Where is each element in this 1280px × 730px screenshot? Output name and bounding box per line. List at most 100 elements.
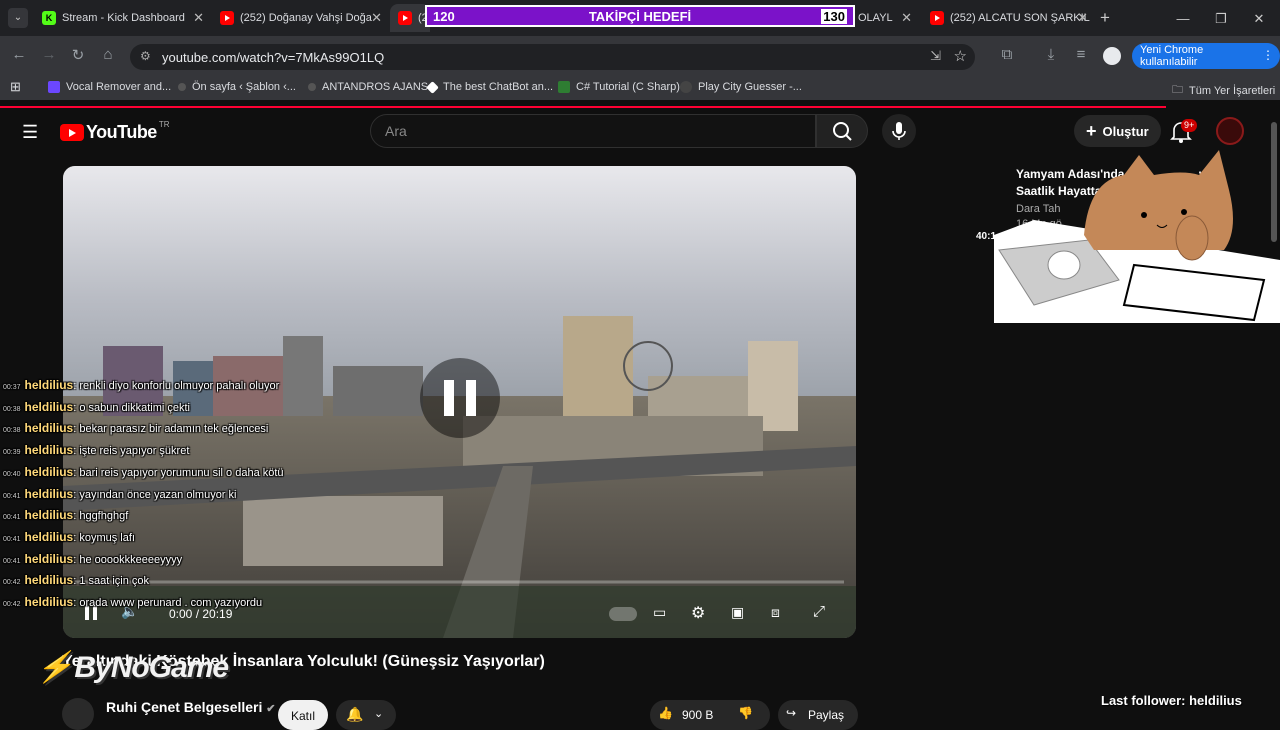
hamburger-icon[interactable]: ☰ bbox=[22, 122, 38, 143]
follower-goal-overlay: 120 TAKİPÇİ HEDEFİ 130 bbox=[425, 5, 855, 27]
minimize-icon[interactable]: — bbox=[1164, 11, 1202, 26]
forward-icon[interactable]: → bbox=[38, 46, 60, 63]
autoplay-toggle[interactable] bbox=[609, 607, 637, 621]
chat-username: heldilius bbox=[24, 529, 74, 544]
chat-time: 00:42 bbox=[3, 579, 21, 587]
bookmark-item[interactable]: C# Tutorial (C Sharp) bbox=[558, 81, 680, 93]
close-icon[interactable]: ✕ bbox=[1077, 10, 1088, 26]
bookmark-item[interactable]: The best ChatBot an... bbox=[426, 80, 553, 94]
create-label: Oluştur bbox=[1102, 123, 1149, 139]
chat-username: heldilius bbox=[24, 378, 74, 392]
subtitles-icon[interactable]: ▭ bbox=[653, 604, 666, 621]
tab-search-button[interactable]: ⌄ bbox=[8, 8, 28, 28]
scrollbar-thumb[interactable] bbox=[1271, 122, 1277, 242]
verified-icon: ✔ bbox=[266, 703, 276, 715]
all-bookmarks[interactable]: 🗀 Tüm Yer İşaretleri bbox=[1172, 81, 1275, 100]
youtube-icon bbox=[930, 11, 944, 25]
search-icon bbox=[833, 122, 852, 141]
bell-icon: 🔔 bbox=[346, 706, 364, 722]
maximize-icon[interactable]: ❐ bbox=[1202, 11, 1240, 27]
chat-message: 00:41 heldilius: yayından önce yazan olmu… bbox=[3, 487, 236, 501]
recommended-duration: 40:1 bbox=[976, 231, 997, 242]
cast-icon[interactable]: ⧈ bbox=[771, 604, 780, 621]
bookmark-item[interactable]: ANTANDROS AJANS bbox=[308, 81, 428, 93]
center-pause-button[interactable] bbox=[420, 358, 500, 438]
close-icon[interactable]: ✕ bbox=[901, 10, 912, 26]
chat-time: 00:37 bbox=[3, 384, 21, 391]
chat-time: 00:42 bbox=[3, 601, 21, 608]
watermark-text: ByNoGame bbox=[74, 651, 229, 684]
share-button[interactable]: ↪ Paylaş bbox=[778, 700, 858, 730]
chat-username: heldilius bbox=[24, 508, 74, 523]
bookmark-icon bbox=[48, 81, 60, 93]
tab-title: (252) ALCATU SON ŞARKIL bbox=[950, 12, 1090, 24]
new-tab-icon[interactable]: + bbox=[1100, 8, 1110, 28]
chat-message: 00:38 heldilius: o sabun dikkatimi çekti bbox=[3, 400, 190, 414]
theater-mode-icon[interactable]: ▣ bbox=[731, 604, 744, 621]
profile-icon[interactable] bbox=[1103, 47, 1121, 65]
scrollbar[interactable] bbox=[1270, 110, 1278, 720]
tab-title: OLAYL bbox=[858, 12, 893, 24]
tab-youtube-doganay[interactable]: (252) Doğanay Vahşi Doğa ✕ bbox=[212, 4, 388, 32]
channel-avatar[interactable] bbox=[62, 698, 94, 730]
update-label: Yeni Chrome kullanılabilir bbox=[1140, 44, 1204, 68]
home-icon[interactable]: ⌂ bbox=[97, 46, 119, 63]
chat-username: heldilius bbox=[24, 551, 74, 566]
site-info-icon[interactable]: ⚙ bbox=[140, 49, 151, 63]
voice-search-button[interactable] bbox=[882, 114, 916, 148]
chat-time: 00:41 bbox=[3, 557, 21, 565]
search-button[interactable] bbox=[816, 114, 868, 148]
chat-text: : bekar parasız bir adamın tek eğlencesi bbox=[73, 423, 269, 436]
region-code: TR bbox=[158, 120, 170, 129]
tab-youtube-alcatu[interactable]: (252) ALCATU SON ŞARKIL ✕ bbox=[922, 4, 1094, 32]
chat-time: 00:41 bbox=[3, 535, 21, 543]
address-bar[interactable]: ⚙ youtube.com/watch?v=7MkAs99O1LQ ⇲ ☆ bbox=[130, 44, 975, 70]
youtube-logo[interactable]: YouTube TR bbox=[60, 120, 170, 143]
fullscreen-icon[interactable]: ⤢ bbox=[813, 603, 825, 620]
close-window-icon[interactable]: ✕ bbox=[1240, 11, 1278, 27]
media-icon[interactable]: ≡ bbox=[1070, 46, 1092, 63]
close-icon[interactable]: ✕ bbox=[193, 10, 204, 26]
bookmark-icon bbox=[558, 81, 570, 93]
join-button[interactable]: Katıl bbox=[278, 700, 328, 730]
reload-icon[interactable]: ↻ bbox=[67, 46, 89, 64]
install-icon[interactable]: ⇲ bbox=[930, 48, 941, 64]
subscription-bell-button[interactable]: 🔔 ⌄ bbox=[336, 700, 396, 730]
window-controls: — ❐ ✕ bbox=[1164, 10, 1278, 28]
like-button[interactable]: 👍 900 B 👎 bbox=[650, 700, 770, 730]
last-follower-overlay: Last follower: heldilius bbox=[1101, 693, 1242, 708]
chat-message: 00:41 heldilius: hggfhghgf bbox=[3, 508, 128, 522]
folder-icon: 🗀 bbox=[1172, 84, 1183, 96]
chat-time: 00:41 bbox=[3, 514, 21, 522]
chat-message: 00:38 heldilius: bekar parasız bir adamın… bbox=[3, 421, 268, 435]
settings-icon[interactable]: ⚙ bbox=[691, 603, 705, 623]
thumbs-down-icon[interactable]: 👎 bbox=[738, 706, 753, 720]
bookmark-label: Vocal Remover and... bbox=[66, 81, 172, 93]
chat-time: 00:39 bbox=[3, 449, 21, 457]
menu-icon[interactable]: ⋮ bbox=[1262, 48, 1274, 62]
bookmark-icon bbox=[680, 81, 692, 93]
bookmark-label: Play City Guesser -... bbox=[698, 81, 802, 93]
back-icon[interactable]: ← bbox=[8, 46, 30, 63]
apps-icon[interactable]: ⊞ bbox=[10, 79, 21, 95]
close-icon[interactable]: ✕ bbox=[371, 10, 382, 26]
tab-kick-dashboard[interactable]: K Stream - Kick Dashboard ✕ bbox=[34, 4, 210, 32]
extensions-icon[interactable]: ⧉ bbox=[996, 46, 1018, 63]
chat-text: : koymuş lafı bbox=[73, 531, 135, 544]
chat-text: : he ooookkkeeeeyyyy bbox=[73, 553, 183, 566]
chat-username: heldilius bbox=[24, 443, 74, 458]
tab-active[interactable]: (2 bbox=[390, 4, 430, 32]
bookmark-item[interactable]: Ön sayfa ‹ Şablon ‹... bbox=[178, 81, 296, 93]
chrome-update-button[interactable]: Yeni Chrome kullanılabilir ⋮ bbox=[1132, 43, 1280, 69]
chat-text: : bari reis yapıyor yorumunu sil o daha … bbox=[73, 466, 284, 479]
bookmark-star-icon[interactable]: ☆ bbox=[954, 47, 967, 65]
channel-name[interactable]: Ruhi Çenet Belgeselleri ✔ bbox=[106, 699, 276, 715]
bookmark-icon bbox=[308, 83, 316, 91]
bookmark-item[interactable]: Vocal Remover and... bbox=[48, 81, 171, 93]
search-input[interactable]: Ara bbox=[370, 114, 816, 148]
chat-message: 00:41 heldilius: he ooookkkeeeeyyyy bbox=[3, 552, 182, 566]
download-icon[interactable]: ⤓ bbox=[1040, 46, 1062, 63]
bookmark-item[interactable]: Play City Guesser -... bbox=[680, 81, 802, 93]
goal-label: TAKİPÇİ HEDEFİ bbox=[588, 9, 692, 24]
bookmark-icon bbox=[178, 83, 186, 91]
